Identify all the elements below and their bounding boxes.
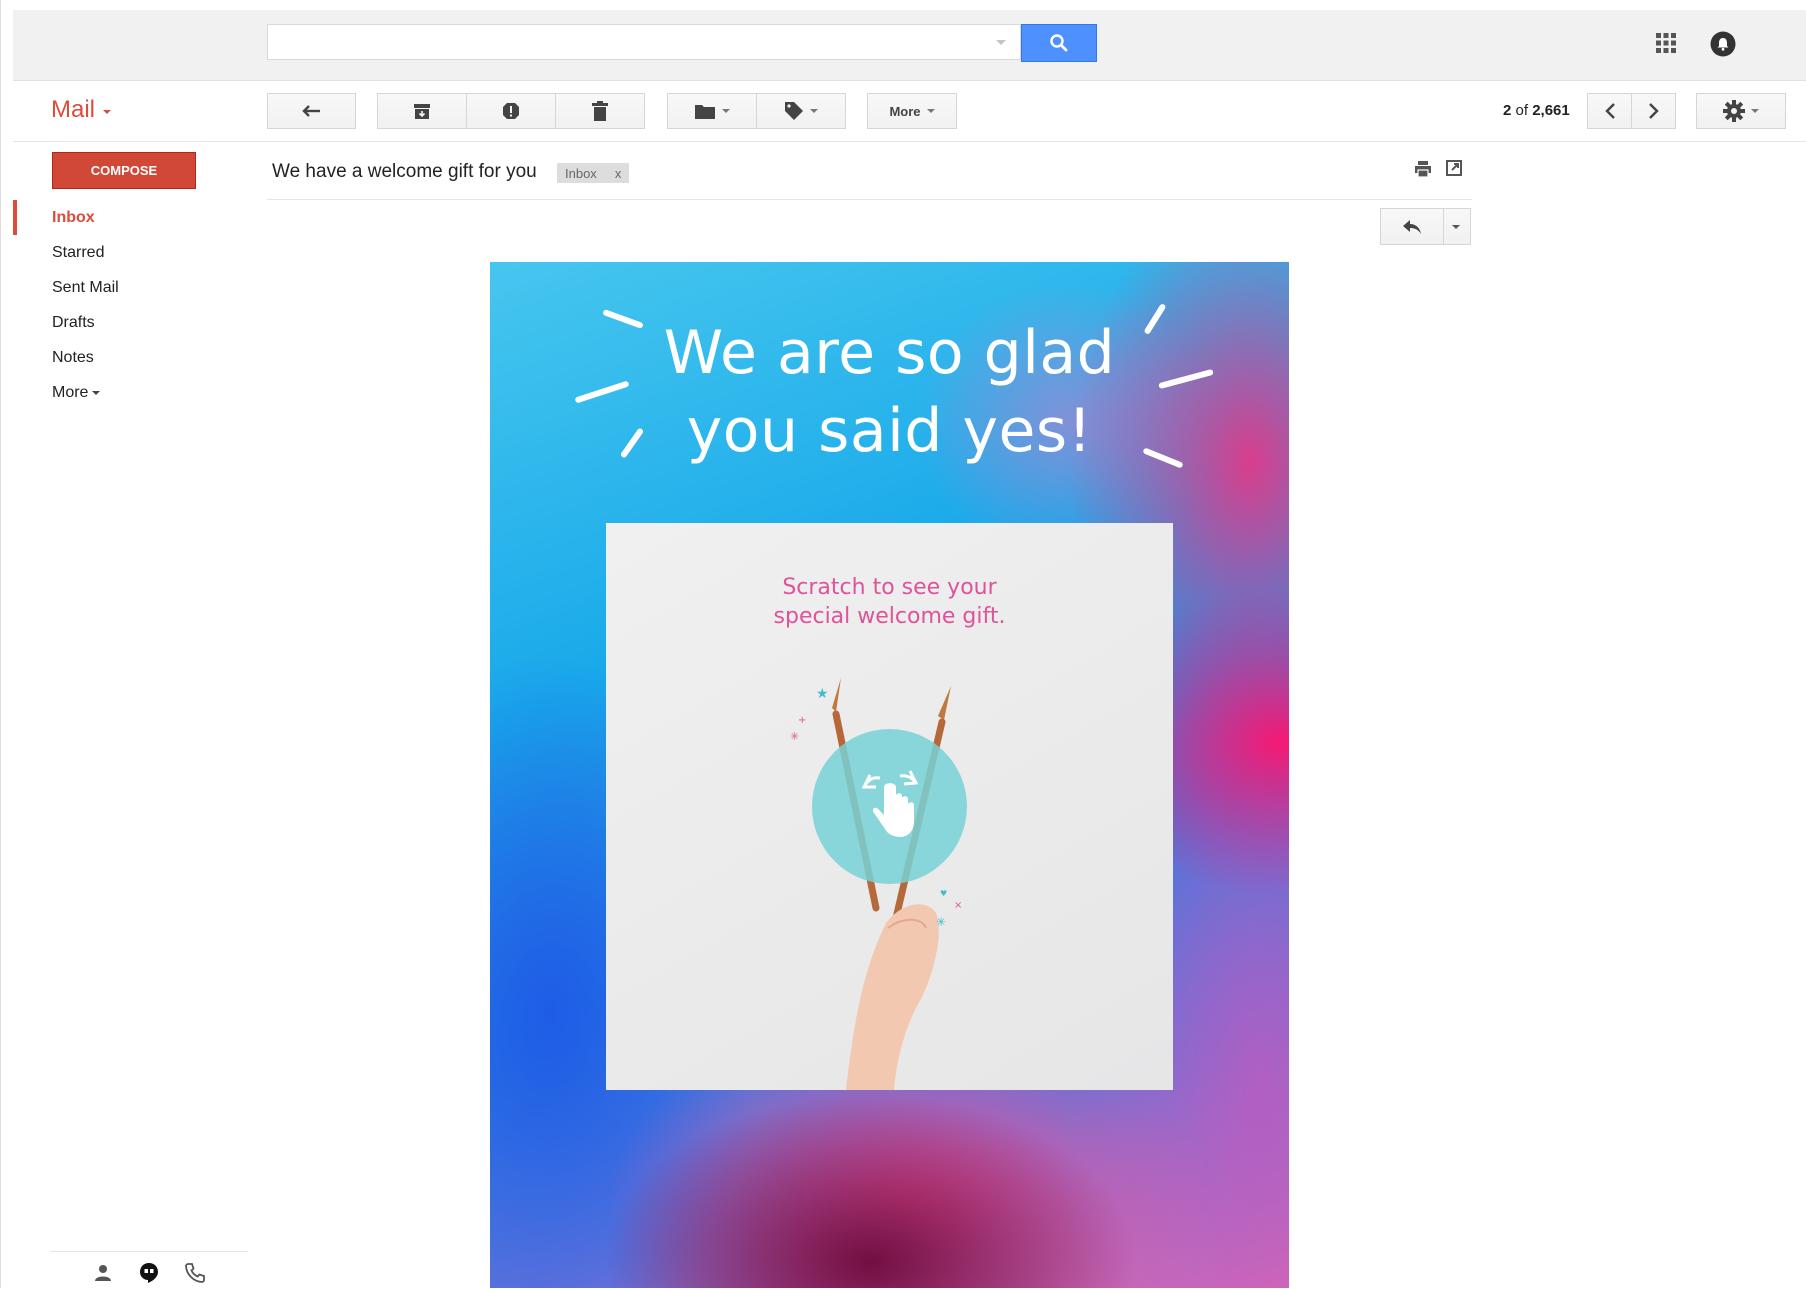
folder-icon: [695, 104, 715, 119]
pager-count: 2 of 2,661: [1503, 102, 1570, 119]
contacts-icon[interactable]: [92, 1262, 114, 1284]
remove-label-button[interactable]: x: [615, 166, 622, 181]
archive-button[interactable]: [377, 93, 467, 129]
archive-icon: [414, 104, 430, 119]
chevron-down-icon: [1751, 109, 1759, 113]
chevron-down-icon: [92, 390, 101, 395]
chevron-right-icon: [1648, 103, 1659, 119]
search-options-caret-icon[interactable]: [996, 40, 1006, 45]
pager-total: 2,661: [1532, 102, 1570, 119]
back-arrow-icon: [301, 105, 320, 117]
reply-divider: [1443, 209, 1444, 244]
chevron-down-icon: [722, 109, 730, 113]
reply-button-group[interactable]: [1380, 208, 1471, 245]
scratch-line-1: Scratch to see your: [782, 575, 997, 600]
chevron-left-icon: [1604, 103, 1615, 119]
more-actions-label: More: [889, 103, 921, 119]
sidebar-item-label: Notes: [52, 349, 94, 366]
headline-line-2: you said yes!: [686, 396, 1093, 466]
search-input[interactable]: [267, 24, 1021, 60]
sidebar-item-sent-mail[interactable]: Sent Mail: [13, 270, 243, 305]
reply-icon[interactable]: [1402, 219, 1422, 235]
search-button[interactable]: [1021, 24, 1097, 62]
chevron-down-icon: [926, 109, 935, 113]
print-icon[interactable]: [1414, 160, 1432, 178]
phone-icon[interactable]: [184, 1262, 206, 1284]
headline-line-1: We are so glad: [663, 318, 1116, 388]
trash-icon: [592, 101, 608, 121]
touch-gesture-icon: [861, 770, 919, 837]
delete-button[interactable]: [555, 93, 645, 129]
sidebar-item-label: More: [52, 384, 89, 401]
chevron-down-icon: [103, 110, 112, 114]
pager-of: of: [1515, 102, 1529, 119]
back-button[interactable]: [267, 93, 356, 129]
sidebar-item-drafts[interactable]: Drafts: [13, 305, 243, 340]
older-button[interactable]: [1631, 93, 1676, 129]
scratch-line-2: special welcome gift.: [773, 604, 1006, 629]
scratch-instructions: Scratch to see your special welcome gift…: [606, 573, 1173, 631]
sidebar-item-label: Drafts: [52, 314, 95, 331]
sidebar-item-label: Starred: [52, 244, 105, 261]
mail-switcher[interactable]: Mail: [51, 96, 112, 124]
svg-text:♥: ♥: [940, 889, 947, 898]
pager-current: 2: [1503, 102, 1512, 119]
gear-icon: [1723, 100, 1745, 122]
email-headline: We are so glad you said yes!: [490, 314, 1289, 470]
mail-title-label: Mail: [51, 96, 96, 123]
new-window-icon[interactable]: [1446, 160, 1462, 176]
toolbar: Mail More 2 of 2,661: [13, 81, 1806, 142]
sidebar-item-label: Inbox: [52, 209, 95, 226]
more-actions-button[interactable]: More: [867, 93, 957, 129]
tag-icon: [785, 102, 803, 120]
label-chip-text: Inbox: [565, 165, 597, 181]
labels-button[interactable]: [756, 93, 846, 129]
svg-text:✳: ✳: [790, 730, 799, 743]
newer-button[interactable]: [1587, 93, 1632, 129]
sidebar-item-starred[interactable]: Starred: [13, 235, 243, 270]
hangouts-bar: [50, 1251, 248, 1289]
settings-button[interactable]: [1696, 93, 1786, 129]
email-body-artwork: We are so glad you said yes! Scratch to …: [490, 262, 1289, 1288]
sidebar-item-label: Sent Mail: [52, 279, 119, 296]
top-bar: [13, 10, 1806, 81]
subject-divider: [267, 199, 1472, 200]
svg-text:✳: ✳: [936, 915, 946, 929]
move-to-button[interactable]: [667, 93, 757, 129]
compose-button[interactable]: COMPOSE: [52, 152, 196, 189]
chevron-down-icon[interactable]: [1452, 225, 1460, 229]
apps-grid-icon[interactable]: [1655, 32, 1677, 54]
sidebar-item-more[interactable]: More: [13, 375, 243, 410]
sidebar-item-inbox[interactable]: Inbox: [13, 200, 243, 235]
notifications-icon[interactable]: [1710, 31, 1736, 57]
report-spam-icon: [503, 103, 519, 119]
message-subject: We have a welcome gift for you: [272, 161, 537, 182]
chevron-down-icon: [810, 109, 818, 113]
scratch-card[interactable]: Scratch to see your special welcome gift…: [606, 523, 1173, 1090]
compose-label: COMPOSE: [90, 163, 158, 178]
hangouts-icon[interactable]: [138, 1262, 160, 1284]
sidebar-item-notes[interactable]: Notes: [13, 340, 243, 375]
search-icon: [1050, 34, 1068, 52]
report-spam-button[interactable]: [466, 93, 556, 129]
scratch-touch-target[interactable]: [812, 729, 967, 884]
svg-text:×: ×: [954, 900, 962, 911]
sidebar-nav: Inbox Starred Sent Mail Drafts Notes Mor…: [13, 200, 243, 410]
svg-text:+: +: [798, 715, 806, 726]
svg-text:★: ★: [816, 686, 829, 702]
inbox-label-chip[interactable]: Inbox x: [557, 163, 630, 183]
